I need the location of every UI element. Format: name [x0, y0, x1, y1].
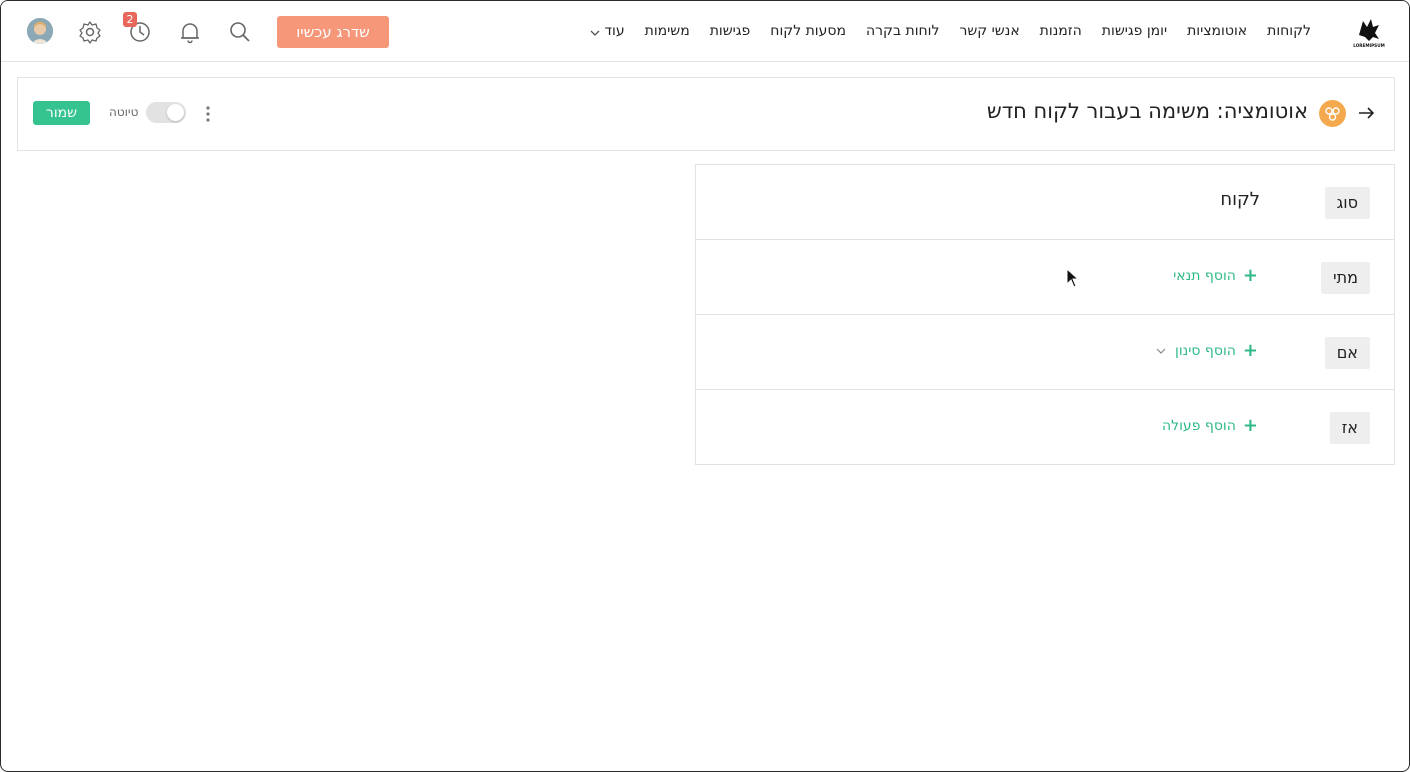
upgrade-button[interactable]: שדרג עכשיו [277, 16, 389, 48]
automation-icon [1319, 100, 1346, 127]
plus-icon: + [1242, 340, 1258, 361]
rule-row-type: סוג לקוח [696, 165, 1394, 240]
add-filter-button[interactable]: + הוסף סינון [1156, 342, 1258, 360]
rule-value-type[interactable]: לקוח [1220, 189, 1260, 210]
nav-more-label: עוד [604, 23, 625, 39]
plus-icon: + [1242, 265, 1258, 286]
add-condition-label: הוסף תנאי [1173, 268, 1236, 284]
rule-label-then: אז [1329, 412, 1370, 444]
app-window: LOREMIPSUM לקוחות אוטומציות יומן פגישות … [0, 0, 1410, 772]
add-action-button[interactable]: + הוסף פעולה [1162, 417, 1258, 435]
nav-item-orders[interactable]: הזמנות [1030, 20, 1092, 42]
rule-label-if: אם [1324, 337, 1370, 369]
save-button[interactable]: שמור [33, 101, 90, 125]
rule-label-when: מתי [1321, 262, 1370, 294]
history-badge: 2 [123, 12, 137, 27]
avatar[interactable] [27, 18, 53, 44]
logo[interactable]: LOREMIPSUM [1353, 15, 1385, 49]
nav-item-tasks[interactable]: משימות [635, 20, 700, 42]
add-condition-button[interactable]: + הוסף תנאי [1173, 267, 1258, 285]
main-nav: לקוחות אוטומציות יומן פגישות הזמנות אנשי… [580, 20, 1321, 42]
automation-header: אוטומציה: משימה בעבור לקוח חדש טיוטה שמו… [17, 77, 1395, 151]
add-action-label: הוסף פעולה [1162, 418, 1236, 434]
nav-more-menu[interactable]: עוד [580, 20, 634, 42]
user-avatar-icon [27, 18, 53, 44]
nav-item-customers[interactable]: לקוחות [1257, 20, 1321, 42]
automation-rules-panel: סוג לקוח מתי + הוסף תנאי אם + הוסף סינון… [695, 164, 1395, 465]
top-navbar: LOREMIPSUM לקוחות אוטומציות יומן פגישות … [1, 1, 1409, 62]
nav-item-automations[interactable]: אוטומציות [1177, 20, 1257, 42]
toggle-knob [167, 104, 184, 121]
draft-label: טיוטה [109, 105, 139, 119]
add-filter-label: הוסף סינון [1175, 343, 1236, 359]
page-title: אוטומציה: משימה בעבור לקוח חדש [986, 99, 1308, 123]
chevron-down-icon [1156, 348, 1166, 354]
more-options-icon[interactable] [202, 104, 214, 124]
rule-label-type: סוג [1324, 187, 1370, 219]
chevron-down-icon [590, 30, 600, 36]
logo-text: LOREMIPSUM [1353, 43, 1385, 48]
rule-row-when: מתי + הוסף תנאי [696, 240, 1394, 315]
bell-icon[interactable] [177, 19, 203, 45]
arrow-right-icon[interactable] [1356, 103, 1376, 123]
plus-icon: + [1242, 415, 1258, 436]
nav-item-meetings[interactable]: פגישות [700, 20, 761, 42]
nav-item-calendar[interactable]: יומן פגישות [1092, 20, 1177, 42]
nav-item-journeys[interactable]: מסעות לקוח [760, 20, 856, 42]
nav-item-dashboards[interactable]: לוחות בקרה [856, 20, 949, 42]
rule-row-if: אם + הוסף סינון [696, 315, 1394, 390]
search-icon[interactable] [227, 19, 253, 45]
mouse-cursor-icon [1066, 268, 1080, 288]
nav-item-contacts[interactable]: אנשי קשר [949, 20, 1029, 42]
gear-icon[interactable] [77, 19, 103, 45]
draft-toggle[interactable] [146, 102, 186, 123]
rule-row-then: אז + הוסף פעולה [696, 390, 1394, 465]
